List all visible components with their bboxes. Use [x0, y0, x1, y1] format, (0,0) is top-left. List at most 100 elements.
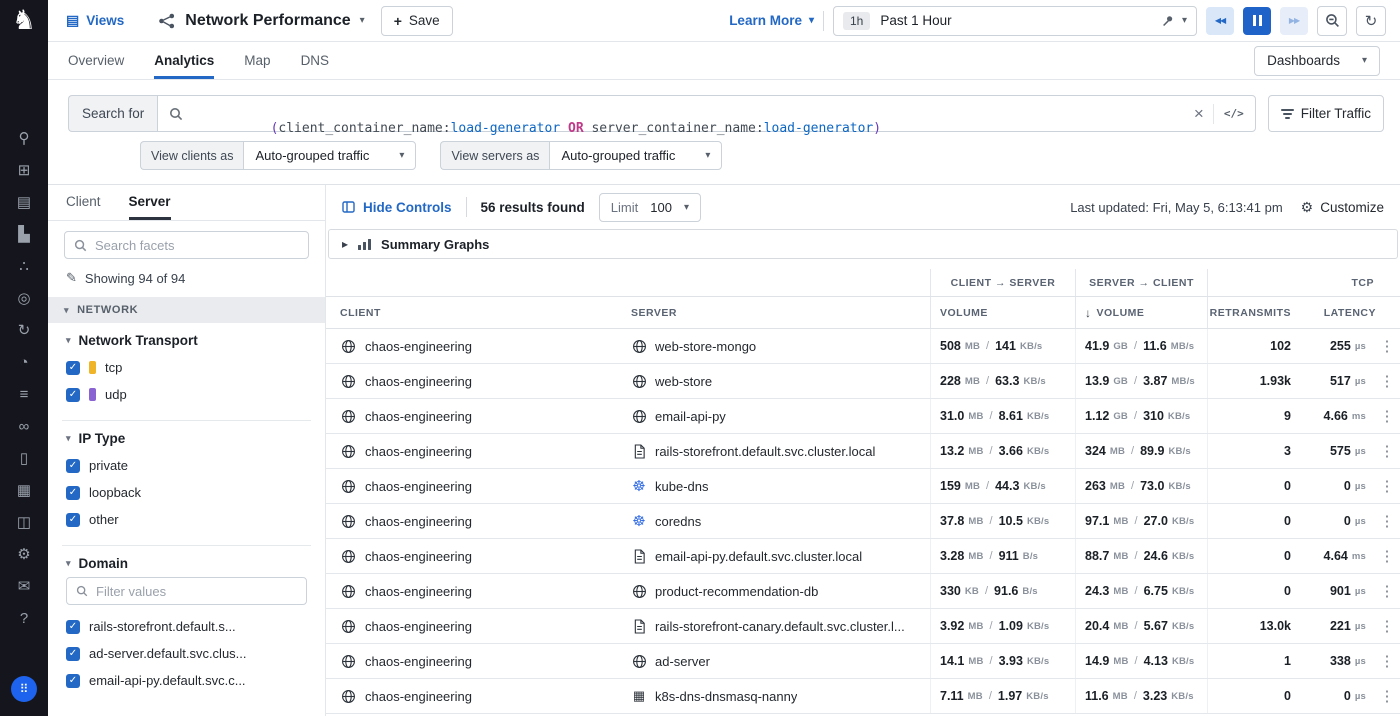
- table-header: CLIENT SERVER VOLUME ↓ VOLUME RETRANSMIT…: [326, 297, 1400, 329]
- facet-item-domain-2[interactable]: ✓ ad-server.default.svc.clus...: [66, 640, 307, 667]
- search-icon[interactable]: ⚲: [0, 122, 48, 154]
- row-menu-icon[interactable]: ⋮: [1379, 337, 1395, 355]
- facet-item-domain-3[interactable]: ✓ email-api-py.default.svc.c...: [66, 667, 307, 694]
- row-menu-icon[interactable]: ⋮: [1379, 512, 1395, 530]
- ring-icon[interactable]: ◎: [0, 282, 48, 314]
- bar-chart-icon[interactable]: ▙: [0, 218, 48, 250]
- tab-dns[interactable]: DNS: [301, 42, 330, 79]
- table-row[interactable]: chaos-engineering ☸ ▦ email-: [326, 539, 1400, 574]
- tab-analytics[interactable]: Analytics: [154, 42, 214, 79]
- table-row[interactable]: chaos-engineering ☸ ▦ rails-: [326, 609, 1400, 644]
- column-header-client[interactable]: CLIENT: [326, 297, 624, 328]
- filter-traffic-button[interactable]: Filter Traffic: [1268, 95, 1384, 132]
- facet-item-udp[interactable]: ✓ udp: [66, 381, 307, 408]
- tab-overview[interactable]: Overview: [68, 42, 124, 79]
- pin-icon[interactable]: [1162, 15, 1174, 27]
- column-header-latency[interactable]: LATENCY: [1307, 297, 1400, 328]
- checkbox-checked[interactable]: ✓: [66, 459, 80, 473]
- table-row[interactable]: chaos-engineering ☸ ▦ rails-: [326, 434, 1400, 469]
- sync-icon[interactable]: ↻: [0, 314, 48, 346]
- facet-section-title[interactable]: ▾ IP Type: [66, 431, 307, 446]
- product-logo-icon[interactable]: ⠿: [11, 676, 37, 702]
- checkbox-checked[interactable]: ✓: [66, 388, 80, 402]
- facet-item-loopback[interactable]: ✓ loopback: [66, 479, 307, 506]
- clear-query-icon[interactable]: ×: [1194, 105, 1204, 122]
- checkbox-checked[interactable]: ✓: [66, 486, 80, 500]
- facet-item-domain-1[interactable]: ✓ rails-storefront.default.s...: [66, 613, 307, 640]
- chevron-down-icon[interactable]: ▾: [1182, 15, 1187, 26]
- step-back-button[interactable]: ◀◀: [1206, 7, 1234, 35]
- row-menu-icon[interactable]: ⋮: [1379, 442, 1395, 460]
- link-icon[interactable]: ∞: [0, 410, 48, 442]
- row-menu-icon[interactable]: ⋮: [1379, 652, 1395, 670]
- gear-icon[interactable]: ⚙: [0, 538, 48, 570]
- row-menu-icon[interactable]: ⋮: [1379, 687, 1395, 705]
- table-row[interactable]: chaos-engineering ☸ ▦ coredn: [326, 504, 1400, 539]
- save-button[interactable]: + Save: [381, 6, 453, 36]
- row-menu-icon[interactable]: ⋮: [1379, 547, 1395, 565]
- mail-icon[interactable]: ✉: [0, 570, 48, 602]
- table-row[interactable]: chaos-engineering ☸ ▦ kube-d: [326, 469, 1400, 504]
- learn-more-dropdown[interactable]: Learn More ▾: [729, 13, 814, 28]
- row-menu-icon[interactable]: ⋮: [1379, 407, 1395, 425]
- cluster-icon[interactable]: ∴: [0, 250, 48, 282]
- column-header-retransmits[interactable]: RETRANSMITS: [1207, 297, 1307, 328]
- dashboards-button[interactable]: Dashboards ▾: [1254, 46, 1380, 76]
- pause-button[interactable]: [1243, 7, 1271, 35]
- table-row[interactable]: chaos-engineering ☸ ▦ web-st: [326, 329, 1400, 364]
- facet-section-title[interactable]: ▾ Network Transport: [66, 333, 307, 348]
- code-view-icon[interactable]: </>: [1213, 104, 1244, 124]
- customize-button[interactable]: ⚙ Customize: [1301, 199, 1384, 216]
- step-forward-button[interactable]: ▶▶: [1280, 7, 1308, 35]
- gauge-icon[interactable]: ◔: [0, 346, 48, 378]
- app-logo[interactable]: ♞: [12, 7, 36, 34]
- facet-item-other[interactable]: ✓ other: [66, 506, 307, 533]
- checkbox-checked[interactable]: ✓: [66, 620, 80, 634]
- limit-select[interactable]: Limit 100 ▾: [599, 193, 701, 222]
- grid-icon[interactable]: ▦: [0, 474, 48, 506]
- checkbox-checked[interactable]: ✓: [66, 647, 80, 661]
- filter-icon[interactable]: ≡: [0, 378, 48, 410]
- checkbox-checked[interactable]: ✓: [66, 674, 80, 688]
- time-range-picker[interactable]: 1h Past 1 Hour ▾: [833, 6, 1197, 36]
- column-header-volume-cs[interactable]: VOLUME: [930, 297, 1075, 328]
- column-header-volume-sc[interactable]: ↓ VOLUME: [1075, 297, 1207, 328]
- table-row[interactable]: chaos-engineering ☸ ▦ ad-ser: [326, 644, 1400, 679]
- table-row[interactable]: chaos-engineering ☸ ▦ k8s-dn: [326, 679, 1400, 714]
- help-icon[interactable]: ?: [0, 602, 48, 634]
- checkbox-checked[interactable]: ✓: [66, 513, 80, 527]
- facet-tab-client[interactable]: Client: [66, 194, 101, 220]
- facet-tab-server[interactable]: Server: [129, 194, 171, 220]
- zoom-out-button[interactable]: [1317, 6, 1347, 36]
- summary-graphs-toggle[interactable]: ▸ Summary Graphs: [328, 229, 1398, 259]
- view-servers-as-select[interactable]: Auto-grouped traffic ▾: [549, 141, 722, 170]
- view-clients-as-select[interactable]: Auto-grouped traffic ▾: [243, 141, 416, 170]
- facet-section-title[interactable]: ▾ Domain: [66, 556, 307, 571]
- refresh-button[interactable]: ↻: [1356, 6, 1386, 36]
- table-row[interactable]: chaos-engineering ☸ ▦ produc: [326, 574, 1400, 609]
- column-header-server[interactable]: SERVER: [624, 297, 930, 328]
- facet-item-label: udp: [105, 387, 127, 402]
- query-input[interactable]: (client_container_name:load-generator OR…: [157, 95, 1255, 132]
- facet-item-private[interactable]: ✓ private: [66, 452, 307, 479]
- edit-icon[interactable]: ✎: [66, 270, 77, 286]
- cards-icon[interactable]: ▤: [0, 186, 48, 218]
- view-title-menu[interactable]: Network Performance ▾: [158, 12, 364, 30]
- views-button[interactable]: ▤ Views: [66, 12, 124, 29]
- facet-search-input[interactable]: [95, 238, 299, 253]
- facet-group-network[interactable]: ▾ NETWORK: [48, 297, 325, 323]
- tab-map[interactable]: Map: [244, 42, 270, 79]
- journal-icon[interactable]: ▯: [0, 442, 48, 474]
- row-menu-icon[interactable]: ⋮: [1379, 372, 1395, 390]
- row-menu-icon[interactable]: ⋮: [1379, 617, 1395, 635]
- facet-item-tcp[interactable]: ✓ tcp: [66, 354, 307, 381]
- apps-icon[interactable]: ⊞: [0, 154, 48, 186]
- domain-filter-input[interactable]: [96, 584, 297, 599]
- table-row[interactable]: chaos-engineering ☸ ▦ email-: [326, 399, 1400, 434]
- columns-icon[interactable]: ◫: [0, 506, 48, 538]
- table-row[interactable]: chaos-engineering ☸ ▦ web-st: [326, 364, 1400, 399]
- row-menu-icon[interactable]: ⋮: [1379, 582, 1395, 600]
- hide-controls-button[interactable]: Hide Controls: [342, 200, 452, 215]
- row-menu-icon[interactable]: ⋮: [1379, 477, 1395, 495]
- checkbox-checked[interactable]: ✓: [66, 361, 80, 375]
